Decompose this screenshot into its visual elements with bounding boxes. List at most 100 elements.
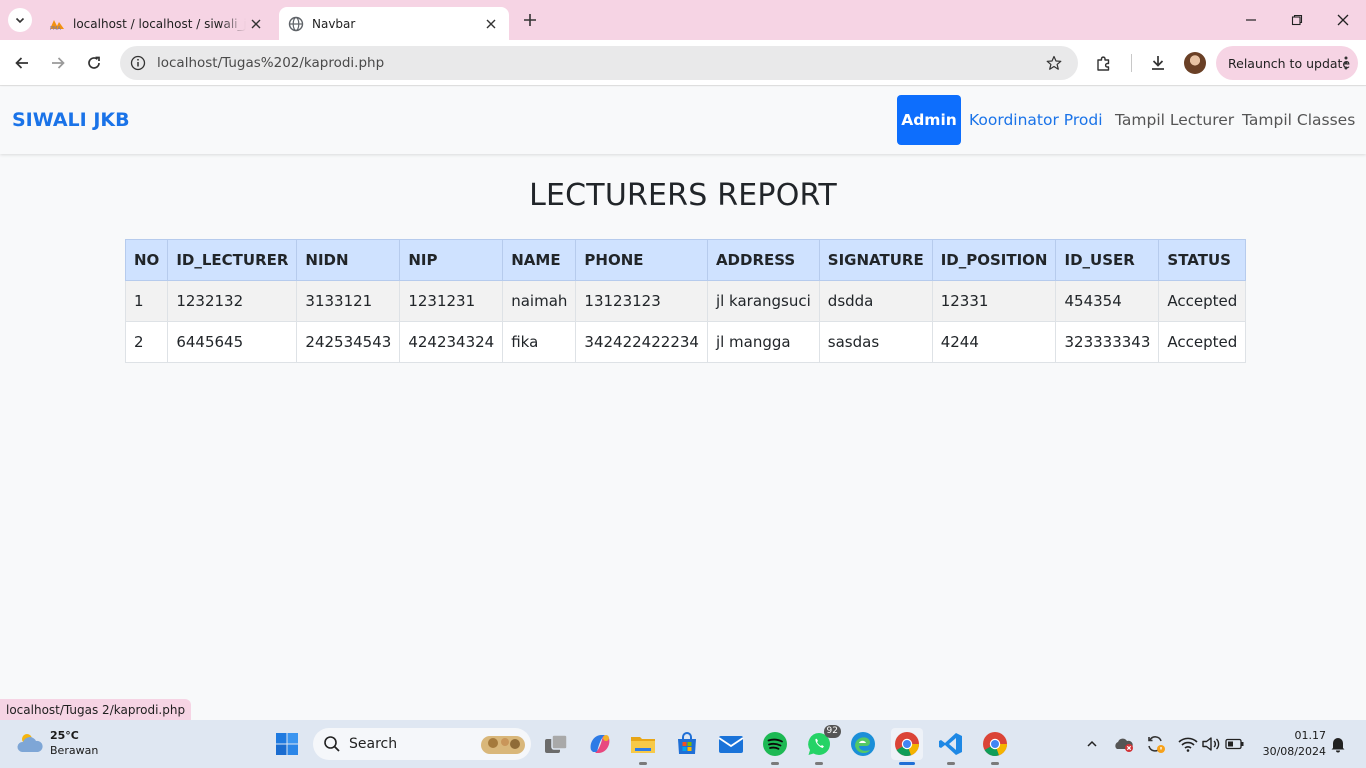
- plus-icon: [524, 14, 536, 26]
- volume-button[interactable]: [1199, 732, 1223, 756]
- nav-link-tampil-classes[interactable]: Tampil Classes: [1242, 95, 1355, 145]
- onedrive-tray-button[interactable]: [1112, 732, 1136, 756]
- store-icon: [678, 732, 696, 754]
- weather-temp: 25°C: [50, 729, 79, 742]
- windows-taskbar: 25°C Berawan Search 92 01.17 30/08/2024: [0, 720, 1366, 768]
- tab-navbar[interactable]: Navbar: [279, 7, 509, 40]
- tab-phpmyadmin[interactable]: PMA localhost / localhost / siwali_jkb: [40, 7, 274, 40]
- restore-button[interactable]: [1274, 0, 1320, 40]
- back-button[interactable]: [8, 49, 36, 77]
- spotify-icon: [763, 732, 787, 756]
- mail-button[interactable]: [715, 728, 747, 760]
- cell-nidn: 242534543: [296, 321, 401, 363]
- chrome-profile-button[interactable]: [979, 728, 1011, 765]
- cell-address: jl karangsuci: [706, 280, 820, 322]
- copilot-icon: [590, 735, 610, 753]
- nav-link-koordinator-prodi[interactable]: Koordinator Prodi: [969, 95, 1103, 145]
- nav-link-tampil-lecturer[interactable]: Tampil Lecturer: [1115, 95, 1234, 145]
- tab-title: localhost / localhost / siwali_jkb: [73, 16, 246, 31]
- close-tab-icon[interactable]: [246, 14, 266, 34]
- nav-link-admin[interactable]: Admin: [897, 95, 961, 145]
- task-view-button[interactable]: [540, 728, 572, 760]
- cell-signature: dsdda: [818, 280, 933, 322]
- edge-button[interactable]: [847, 728, 879, 760]
- url-text[interactable]: localhost/Tugas%202/kaprodi.php: [157, 55, 1044, 71]
- relaunch-to-update-button[interactable]: Relaunch to update: [1216, 46, 1358, 80]
- chevron-down-icon: [15, 17, 25, 24]
- lecturers-table: NO ID_LECTURER NIDN NIP NAME PHONE ADDRE…: [124, 239, 1247, 363]
- notifications-button[interactable]: [1326, 732, 1350, 756]
- microsoft-store-button[interactable]: [671, 728, 703, 760]
- cell-id-position: 12331: [931, 280, 1057, 322]
- bookmark-star-icon[interactable]: [1044, 53, 1064, 73]
- battery-button[interactable]: [1223, 732, 1247, 756]
- new-tab-button[interactable]: [520, 10, 540, 30]
- navbar-brand[interactable]: SIWALI JKB: [12, 109, 130, 131]
- chrome-button-active[interactable]: [891, 728, 923, 765]
- column-header-nip: NIP: [399, 239, 504, 281]
- puzzle-icon: [1097, 56, 1110, 71]
- table-row: 2 6445645 242534543 424234324 fika 34242…: [124, 321, 1247, 363]
- cell-name: fika: [502, 321, 577, 363]
- cell-name: naimah: [502, 280, 577, 322]
- phpmyadmin-icon: PMA: [49, 16, 65, 32]
- cell-status: Accepted: [1158, 280, 1247, 322]
- notification-badge: 92: [823, 725, 841, 738]
- cell-id-lecturer: 6445645: [167, 321, 298, 363]
- column-header-nidn: NIDN: [296, 239, 401, 281]
- relaunch-label: Relaunch to update: [1228, 55, 1351, 71]
- arrow-right-icon: [52, 57, 65, 69]
- address-bar[interactable]: localhost/Tugas%202/kaprodi.php: [120, 46, 1078, 80]
- restore-icon: [1291, 14, 1303, 26]
- app-running-indicator: [991, 762, 999, 765]
- file-explorer-button[interactable]: [627, 728, 659, 765]
- tab-search-button[interactable]: [8, 8, 32, 32]
- column-header-id-user: ID_USER: [1055, 239, 1160, 281]
- tab-title: Navbar: [312, 16, 356, 31]
- edge-icon: [851, 732, 875, 756]
- cell-signature: sasdas: [818, 321, 933, 363]
- taskbar-search-box[interactable]: Search: [313, 728, 531, 760]
- site-info-icon[interactable]: [128, 53, 148, 73]
- wifi-icon: [1178, 737, 1198, 752]
- cell-no: 1: [124, 280, 169, 322]
- weather-desc: Berawan: [50, 744, 99, 757]
- update-tray-button[interactable]: [1144, 732, 1168, 756]
- cell-id-user: 323333343: [1055, 321, 1160, 363]
- globe-icon: [288, 16, 304, 32]
- forward-button[interactable]: [44, 49, 72, 77]
- speaker-icon: [1202, 737, 1220, 751]
- bell-icon: [1331, 738, 1345, 753]
- minimize-button[interactable]: [1228, 0, 1274, 40]
- toolbar-separator: [1131, 54, 1132, 72]
- system-clock[interactable]: 01.17 30/08/2024: [1256, 728, 1326, 760]
- weather-widget[interactable]: 25°C Berawan: [16, 728, 98, 758]
- clock-time: 01.17: [1294, 729, 1327, 742]
- whatsapp-button[interactable]: 92: [803, 725, 841, 765]
- copilot-button[interactable]: [584, 728, 616, 760]
- column-header-id-lecturer: ID_LECTURER: [167, 239, 298, 281]
- close-window-button[interactable]: [1320, 0, 1366, 40]
- mail-icon: [718, 736, 744, 753]
- start-button[interactable]: [271, 728, 303, 760]
- vscode-button[interactable]: [935, 728, 967, 765]
- minimize-icon: [1246, 19, 1256, 21]
- chevron-up-icon: [1087, 740, 1097, 747]
- show-hidden-icons-button[interactable]: [1080, 732, 1104, 756]
- search-icon: [324, 736, 340, 752]
- reload-button[interactable]: [80, 49, 108, 77]
- close-tab-icon[interactable]: [481, 14, 501, 34]
- spotify-button[interactable]: [759, 728, 791, 765]
- cell-id-user: 454354: [1055, 280, 1160, 322]
- column-header-phone: PHONE: [575, 239, 708, 281]
- extensions-button[interactable]: [1090, 49, 1118, 77]
- table-header-row: NO ID_LECTURER NIDN NIP NAME PHONE ADDRE…: [124, 239, 1247, 281]
- profile-avatar[interactable]: [1184, 52, 1206, 74]
- wifi-button[interactable]: [1176, 732, 1200, 756]
- column-header-status: STATUS: [1158, 239, 1247, 281]
- cell-status: Accepted: [1158, 321, 1247, 363]
- downloads-button[interactable]: [1144, 49, 1172, 77]
- cell-nidn: 3133121: [296, 280, 401, 322]
- reload-icon: [88, 56, 100, 69]
- battery-icon: [1225, 738, 1244, 750]
